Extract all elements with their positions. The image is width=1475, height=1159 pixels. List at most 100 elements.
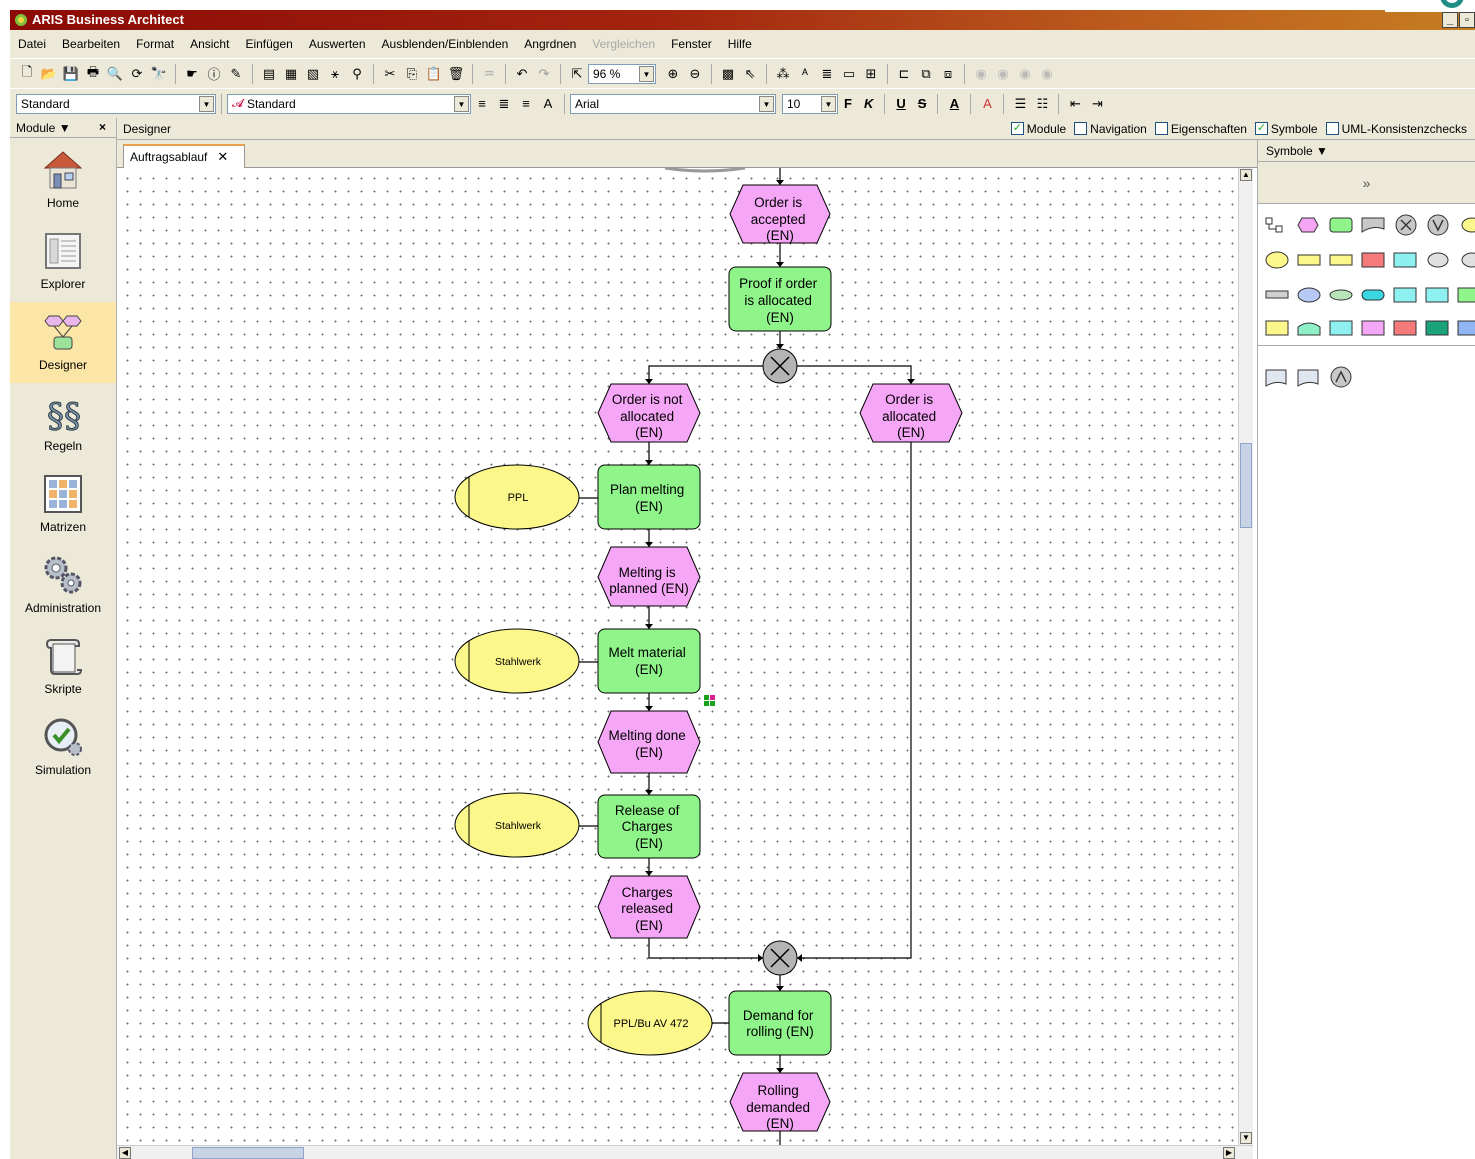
align-left-icon[interactable]: ≡ (473, 95, 491, 113)
strikethrough-button[interactable]: S (918, 96, 927, 111)
xor-join-connector[interactable] (762, 940, 798, 976)
org-unit-stahlwerk-1[interactable]: Stahlwerk (454, 628, 580, 694)
align-icon[interactable]: ⊏ (895, 65, 913, 83)
function-demand-rolling[interactable]: Demand for rolling (EN) (728, 990, 832, 1056)
bold-button[interactable]: F (844, 96, 852, 111)
properties-icon[interactable]: ✎ (227, 65, 245, 83)
event-rolling-demanded[interactable]: Rolling demanded (EN) (729, 1072, 831, 1132)
delete-icon[interactable]: 🗑 (447, 65, 465, 83)
zoom-fit-icon[interactable]: ⇱ (568, 65, 586, 83)
menu-bearbeiten[interactable]: Bearbeiten (62, 37, 120, 51)
model-2-icon[interactable]: ▦ (282, 65, 300, 83)
scroll-left-icon[interactable]: ◀ (119, 1147, 131, 1159)
attribute-icon[interactable]: ⊞ (862, 65, 880, 83)
minimize-button[interactable]: _ (1442, 12, 1458, 28)
zoom-in-icon[interactable]: ⊕ (664, 65, 682, 83)
underline-button[interactable]: U (896, 96, 905, 111)
module-simulation[interactable]: Simulation (10, 707, 116, 788)
xor-split-connector[interactable] (762, 348, 798, 384)
function-release-charges[interactable]: Release of Charges (EN) (597, 794, 701, 859)
module-matrizen[interactable]: Matrizen (10, 464, 116, 545)
indent-increase-icon[interactable]: ⇥ (1088, 95, 1106, 113)
grid-icon[interactable]: ▩ (719, 65, 737, 83)
back-layer-icon[interactable]: ⧈ (939, 65, 957, 83)
symbol-palette[interactable] (1264, 210, 1475, 440)
zoom-out-icon[interactable]: ⊖ (686, 65, 704, 83)
function-proof-allocation[interactable]: Proof if order is allocated (EN) (728, 266, 832, 332)
module-home[interactable]: Home (10, 140, 116, 221)
function-melt-material[interactable]: Melt material (EN) (597, 628, 701, 694)
bullet-list-icon[interactable]: ☷ (1033, 95, 1051, 113)
module-administration[interactable]: Administration (10, 545, 116, 626)
open-icon[interactable]: 📂 (40, 65, 58, 83)
tab-auftragsablauf[interactable]: Auftragsablauf ✕ (123, 144, 245, 168)
horizontal-scroll-thumb[interactable] (192, 1147, 304, 1159)
tree-icon[interactable]: ⚹ (326, 65, 344, 83)
text-style-select[interactable]: 𝓐 Standard ▼ (227, 93, 471, 114)
menu-format[interactable]: Format (136, 37, 174, 51)
indent-decrease-icon[interactable]: ⇤ (1066, 95, 1084, 113)
menu-einfuegen[interactable]: Einfügen (245, 37, 292, 51)
module-explorer[interactable]: Explorer (10, 221, 116, 302)
pointer-icon[interactable]: ⇖ (741, 65, 759, 83)
menu-hilfe[interactable]: Hilfe (728, 37, 752, 51)
save-icon[interactable]: 💾 (62, 65, 80, 83)
checkbox-eigenschaften[interactable]: Eigenschaften (1154, 122, 1247, 136)
org-unit-stahlwerk-2[interactable]: Stahlwerk (454, 792, 580, 858)
refresh-icon[interactable]: ⟳ (128, 65, 146, 83)
module-panel-header[interactable]: Module ▼ × (10, 118, 116, 138)
chevron-down-icon[interactable]: ▼ (454, 95, 469, 112)
checkbox-symbole[interactable]: ✓ Symbole (1254, 122, 1318, 136)
org-unit-ppl[interactable]: PPL (454, 464, 580, 530)
scroll-up-icon[interactable]: ▲ (1240, 169, 1252, 181)
event-melting-done[interactable]: Melting done (EN) (597, 710, 701, 774)
scroll-right-icon[interactable]: ▶ (1223, 1147, 1235, 1159)
highlight-icon[interactable]: A (978, 95, 996, 113)
chevron-down-icon[interactable]: ▼ (821, 95, 836, 112)
checkbox-navigation[interactable]: Navigation (1074, 122, 1147, 136)
restore-button[interactable]: ▫ (1459, 12, 1475, 28)
event-order-accepted[interactable]: Order is accepted (EN) (729, 184, 831, 244)
menu-ansicht[interactable]: Ansicht (190, 37, 229, 51)
horizontal-scrollbar[interactable]: ◀ ▶ (117, 1145, 1253, 1159)
close-icon[interactable]: × (99, 120, 106, 134)
font-select[interactable]: Arial ▼ (570, 93, 776, 114)
function-plan-melting[interactable]: Plan melting (EN) (597, 464, 701, 530)
new-icon[interactable]: 🗋 (18, 64, 36, 83)
module-skripte[interactable]: Skripte (10, 626, 116, 707)
event-order-not-allocated[interactable]: Order is not allocated (EN) (597, 383, 701, 443)
diagram-canvas[interactable]: Order is accepted (EN) Proof if order is… (117, 168, 1238, 1145)
model-icon[interactable]: ▤ (260, 65, 278, 83)
event-order-allocated[interactable]: Order is allocated (EN) (859, 383, 963, 443)
align-text-icon[interactable]: ≣ (818, 65, 836, 83)
zoom-select[interactable]: 96 % ▼ (588, 63, 656, 84)
font-size-select[interactable]: 10 ▼ (782, 93, 838, 114)
menu-auswerten[interactable]: Auswerten (309, 37, 366, 51)
copy-icon[interactable]: ⎘ (403, 65, 421, 83)
chevron-down-icon[interactable]: ▼ (759, 95, 774, 112)
layout-icon[interactable]: ⁂ (774, 65, 792, 83)
back-icon[interactable]: ☛ (183, 65, 201, 83)
module-regeln[interactable]: §§ Regeln (10, 383, 116, 464)
chevron-down-icon[interactable]: ▼ (199, 95, 214, 112)
info-icon[interactable]: ⓘ (205, 65, 223, 83)
close-tab-icon[interactable]: ✕ (217, 149, 228, 165)
print-preview-icon[interactable]: 🔍 (106, 65, 124, 83)
org-unit-ppl-bu-av-472[interactable]: PPL/Bu AV 472 (587, 990, 713, 1056)
checkbox-module[interactable]: ✓ Module (1010, 122, 1066, 136)
vertical-scrollbar[interactable]: ▲ ▼ (1238, 168, 1253, 1145)
align-center-icon[interactable]: ≣ (495, 95, 513, 113)
event-melting-planned[interactable]: Melting is planned (EN) (597, 546, 701, 607)
menu-ausblenden[interactable]: Ausblenden/Einblenden (382, 37, 509, 51)
scroll-down-icon[interactable]: ▼ (1240, 1132, 1252, 1144)
text-format-icon[interactable]: A (539, 95, 557, 113)
checkbox-uml[interactable]: UML-Konsistenzchecks (1325, 122, 1467, 136)
italic-button[interactable]: K (864, 96, 873, 111)
vertical-scroll-thumb[interactable] (1240, 443, 1252, 528)
align-right-icon[interactable]: ≡ (517, 95, 535, 113)
expand-icon[interactable]: » (1258, 162, 1475, 204)
menu-fenster[interactable]: Fenster (671, 37, 712, 51)
module-designer[interactable]: Designer (10, 302, 116, 383)
search-icon[interactable]: ⚲ (348, 65, 366, 83)
find-icon[interactable]: 🔭 (150, 65, 168, 83)
